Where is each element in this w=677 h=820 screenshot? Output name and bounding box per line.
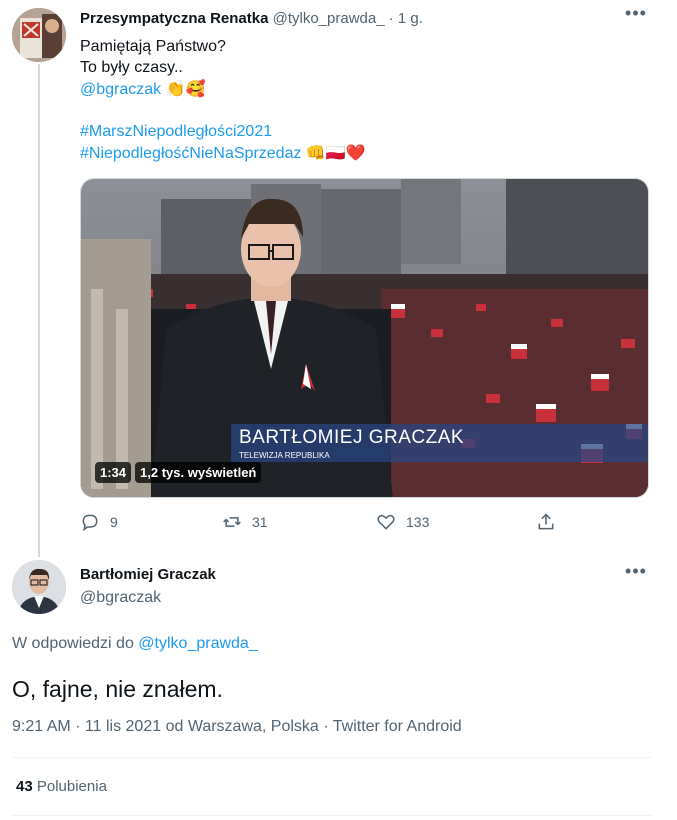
like-button[interactable]: 133 bbox=[376, 512, 429, 532]
like-count: 133 bbox=[406, 514, 430, 530]
share-button[interactable] bbox=[536, 512, 556, 532]
likes-label: Polubienia bbox=[36, 778, 107, 795]
author-handle[interactable]: @bgraczak bbox=[80, 589, 161, 607]
hashtag-line: #MarszNiepodległości2021 bbox=[80, 121, 272, 143]
tweet-actions: 9 31 133 bbox=[80, 512, 560, 536]
share-icon bbox=[538, 513, 554, 530]
avatar-image bbox=[12, 560, 66, 614]
avatar-image bbox=[12, 8, 66, 62]
hashtag-link[interactable]: #NiepodległośćNieNaSprzedaz bbox=[80, 145, 301, 162]
video-info-badges: 1:34 1,2 tys. wyświetleń bbox=[95, 462, 262, 483]
retweet-count: 31 bbox=[252, 514, 268, 530]
reply-prefix: W odpowiedzi do bbox=[12, 635, 134, 652]
mention-link[interactable]: @bgraczak bbox=[80, 81, 161, 98]
likes-count: 43 bbox=[16, 778, 33, 795]
heart-icon bbox=[377, 514, 395, 530]
more-options-icon[interactable]: ••• bbox=[625, 562, 647, 584]
video-views: 1,2 tys. wyświetleń bbox=[135, 462, 262, 483]
video-lower-third: BARTŁOMIEJ GRACZAK TELEWIZJA REPUBLIKA bbox=[231, 424, 648, 462]
lower-third-name: BARTŁOMIEJ GRACZAK bbox=[239, 427, 465, 448]
author-handle[interactable]: @tylko_prawda_ bbox=[273, 10, 385, 27]
tweet-timestamp[interactable]: 1 g. bbox=[398, 10, 423, 27]
more-options-icon[interactable]: ••• bbox=[625, 4, 647, 26]
tweet-meta[interactable]: 9:21 AM · 11 lis 2021 od Warszawa, Polsk… bbox=[12, 718, 462, 736]
reply-icon bbox=[82, 514, 98, 532]
retweet-icon bbox=[223, 517, 241, 527]
reply-context: W odpowiedzi do @tylko_prawda_ bbox=[12, 635, 258, 653]
retweet-button[interactable]: 31 bbox=[222, 512, 268, 532]
likes-summary[interactable]: 43 Polubienia bbox=[16, 778, 107, 795]
hashtag-link[interactable]: #MarszNiepodległości2021 bbox=[80, 123, 272, 140]
video-duration: 1:34 bbox=[95, 462, 132, 483]
author-name[interactable]: Przesympatyczna Renatka bbox=[80, 10, 268, 27]
tweet-text-line: Pamiętają Państwo? bbox=[80, 38, 226, 55]
reply-to-handle[interactable]: @tylko_prawda_ bbox=[138, 635, 257, 652]
fist-flag-heart-emoji: 👊🇵🇱❤️ bbox=[305, 145, 366, 162]
reply-button[interactable]: 9 bbox=[80, 512, 118, 532]
hashtag-line: #NiepodległośćNieNaSprzedaz 👊🇵🇱❤️ bbox=[80, 143, 366, 165]
divider bbox=[12, 757, 652, 758]
avatar[interactable] bbox=[12, 8, 66, 62]
lower-third-channel: TELEWIZJA REPUBLIKA bbox=[239, 451, 330, 460]
avatar[interactable] bbox=[12, 560, 66, 614]
separator-dot: · bbox=[388, 10, 394, 27]
thread-connector-line bbox=[38, 64, 40, 557]
author-name[interactable]: Bartłomiej Graczak bbox=[80, 566, 216, 583]
reply-count: 9 bbox=[110, 514, 118, 530]
clap-and-hearts-emoji: 👏🥰 bbox=[165, 81, 206, 98]
divider bbox=[12, 815, 652, 816]
tweet-text-line: To były czasy.. bbox=[80, 59, 183, 76]
video-player[interactable]: BARTŁOMIEJ GRACZAK TELEWIZJA REPUBLIKA 1… bbox=[80, 178, 649, 498]
tweet-text: O, fajne, nie znałem. bbox=[12, 676, 223, 702]
mention-line: @bgraczak 👏🥰 bbox=[80, 79, 205, 101]
tweet-header: Przesympatyczna Renatka @tylko_prawda_ ·… bbox=[80, 10, 423, 27]
